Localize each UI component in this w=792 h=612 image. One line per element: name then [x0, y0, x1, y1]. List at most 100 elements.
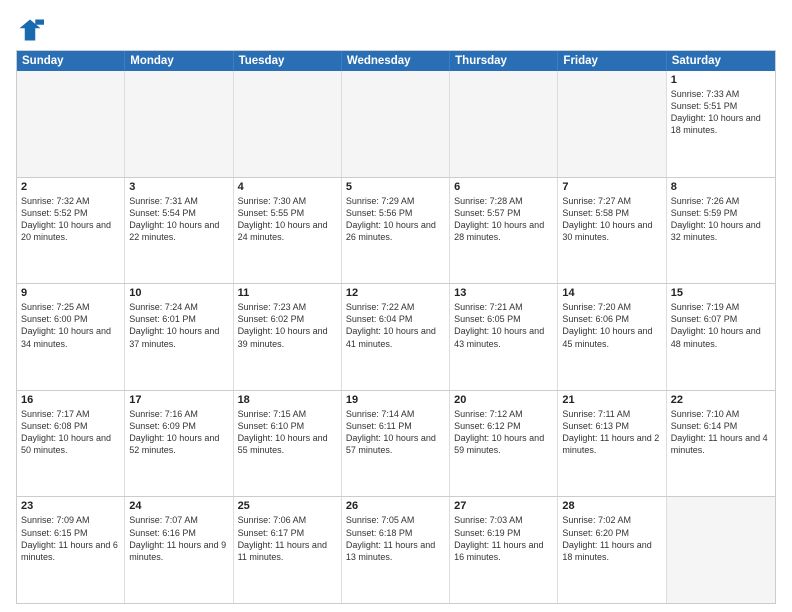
- day-info: Sunrise: 7:03 AMSunset: 6:19 PMDaylight:…: [454, 514, 553, 563]
- calendar-cell: 15 Sunrise: 7:19 AMSunset: 6:07 PMDayligh…: [667, 284, 775, 390]
- calendar-week: 23 Sunrise: 7:09 AMSunset: 6:15 PMDayligh…: [17, 497, 775, 603]
- calendar-cell: 5Sunrise: 7:29 AMSunset: 5:56 PMDaylight…: [342, 178, 450, 284]
- cal-header-day: Sunday: [17, 51, 125, 71]
- calendar-week: 16 Sunrise: 7:17 AMSunset: 6:08 PMDayligh…: [17, 391, 775, 498]
- day-info: Sunrise: 7:23 AMSunset: 6:02 PMDaylight:…: [238, 301, 337, 350]
- day-number: 2: [21, 181, 120, 193]
- calendar-cell: 25 Sunrise: 7:06 AMSunset: 6:17 PMDayligh…: [234, 497, 342, 603]
- calendar-cell: 18 Sunrise: 7:15 AMSunset: 6:10 PMDayligh…: [234, 391, 342, 497]
- cal-header-day: Friday: [558, 51, 666, 71]
- day-info: Sunrise: 7:15 AMSunset: 6:10 PMDaylight:…: [238, 408, 337, 457]
- day-info: Sunrise: 7:14 AMSunset: 6:11 PMDaylight:…: [346, 408, 445, 457]
- day-number: 3: [129, 181, 228, 193]
- calendar-cell: 19 Sunrise: 7:14 AMSunset: 6:11 PMDayligh…: [342, 391, 450, 497]
- day-info: Sunrise: 7:11 AMSunset: 6:13 PMDaylight:…: [562, 408, 661, 457]
- calendar-cell: 27 Sunrise: 7:03 AMSunset: 6:19 PMDayligh…: [450, 497, 558, 603]
- calendar-cell: 10 Sunrise: 7:24 AMSunset: 6:01 PMDayligh…: [125, 284, 233, 390]
- calendar-cell: [234, 71, 342, 177]
- day-info: Sunrise: 7:26 AMSunset: 5:59 PMDaylight:…: [671, 195, 771, 244]
- calendar-cell: 14 Sunrise: 7:20 AMSunset: 6:06 PMDayligh…: [558, 284, 666, 390]
- calendar-cell: 12 Sunrise: 7:22 AMSunset: 6:04 PMDayligh…: [342, 284, 450, 390]
- day-number: 7: [562, 181, 661, 193]
- day-info: Sunrise: 7:12 AMSunset: 6:12 PMDaylight:…: [454, 408, 553, 457]
- calendar-cell: 4 Sunrise: 7:30 AMSunset: 5:55 PMDaylight…: [234, 178, 342, 284]
- logo: [16, 16, 48, 44]
- page: SundayMondayTuesdayWednesdayThursdayFrid…: [0, 0, 792, 612]
- day-number: 14: [562, 287, 661, 299]
- day-number: 24: [129, 500, 228, 512]
- day-number: 10: [129, 287, 228, 299]
- day-number: 27: [454, 500, 553, 512]
- day-info: Sunrise: 7:24 AMSunset: 6:01 PMDaylight:…: [129, 301, 228, 350]
- calendar-cell: 9Sunrise: 7:25 AMSunset: 6:00 PMDaylight…: [17, 284, 125, 390]
- calendar-cell: 26 Sunrise: 7:05 AMSunset: 6:18 PMDayligh…: [342, 497, 450, 603]
- day-number: 8: [671, 181, 771, 193]
- day-info: Sunrise: 7:27 AMSunset: 5:58 PMDaylight:…: [562, 195, 661, 244]
- calendar-cell: 13 Sunrise: 7:21 AMSunset: 6:05 PMDayligh…: [450, 284, 558, 390]
- day-info: Sunrise: 7:02 AMSunset: 6:20 PMDaylight:…: [562, 514, 661, 563]
- calendar-cell: 7 Sunrise: 7:27 AMSunset: 5:58 PMDaylight…: [558, 178, 666, 284]
- day-number: 25: [238, 500, 337, 512]
- day-number: 20: [454, 394, 553, 406]
- calendar-cell: 8 Sunrise: 7:26 AMSunset: 5:59 PMDaylight…: [667, 178, 775, 284]
- calendar-cell: [125, 71, 233, 177]
- calendar-week: 9Sunrise: 7:25 AMSunset: 6:00 PMDaylight…: [17, 284, 775, 391]
- day-number: 4: [238, 181, 337, 193]
- day-number: 12: [346, 287, 445, 299]
- cal-header-day: Tuesday: [234, 51, 342, 71]
- calendar-body: 1Sunrise: 7:33 AMSunset: 5:51 PMDaylight…: [17, 71, 775, 603]
- day-info: Sunrise: 7:05 AMSunset: 6:18 PMDaylight:…: [346, 514, 445, 563]
- day-number: 19: [346, 394, 445, 406]
- calendar-cell: [342, 71, 450, 177]
- day-number: 13: [454, 287, 553, 299]
- calendar-cell: 20 Sunrise: 7:12 AMSunset: 6:12 PMDayligh…: [450, 391, 558, 497]
- day-info: Sunrise: 7:30 AMSunset: 5:55 PMDaylight:…: [238, 195, 337, 244]
- day-info: Sunrise: 7:06 AMSunset: 6:17 PMDaylight:…: [238, 514, 337, 563]
- day-info: Sunrise: 7:22 AMSunset: 6:04 PMDaylight:…: [346, 301, 445, 350]
- header: [16, 12, 776, 44]
- calendar-cell: [558, 71, 666, 177]
- day-info: Sunrise: 7:20 AMSunset: 6:06 PMDaylight:…: [562, 301, 661, 350]
- day-number: 26: [346, 500, 445, 512]
- day-number: 11: [238, 287, 337, 299]
- cal-header-day: Monday: [125, 51, 233, 71]
- calendar: SundayMondayTuesdayWednesdayThursdayFrid…: [16, 50, 776, 604]
- day-number: 6: [454, 181, 553, 193]
- day-number: 22: [671, 394, 771, 406]
- day-number: 9: [21, 287, 120, 299]
- day-info: Sunrise: 7:21 AMSunset: 6:05 PMDaylight:…: [454, 301, 553, 350]
- day-info: Sunrise: 7:19 AMSunset: 6:07 PMDaylight:…: [671, 301, 771, 350]
- day-number: 28: [562, 500, 661, 512]
- calendar-cell: 28 Sunrise: 7:02 AMSunset: 6:20 PMDayligh…: [558, 497, 666, 603]
- day-number: 5: [346, 181, 445, 193]
- day-info: Sunrise: 7:10 AMSunset: 6:14 PMDaylight:…: [671, 408, 771, 457]
- day-number: 15: [671, 287, 771, 299]
- day-info: Sunrise: 7:16 AMSunset: 6:09 PMDaylight:…: [129, 408, 228, 457]
- calendar-cell: [450, 71, 558, 177]
- day-info: Sunrise: 7:33 AMSunset: 5:51 PMDaylight:…: [671, 88, 771, 137]
- cal-header-day: Wednesday: [342, 51, 450, 71]
- day-info: Sunrise: 7:31 AMSunset: 5:54 PMDaylight:…: [129, 195, 228, 244]
- day-info: Sunrise: 7:09 AMSunset: 6:15 PMDaylight:…: [21, 514, 120, 563]
- calendar-cell: 24 Sunrise: 7:07 AMSunset: 6:16 PMDayligh…: [125, 497, 233, 603]
- calendar-cell: 21Sunrise: 7:11 AMSunset: 6:13 PMDayligh…: [558, 391, 666, 497]
- day-info: Sunrise: 7:17 AMSunset: 6:08 PMDaylight:…: [21, 408, 120, 457]
- calendar-cell: 23 Sunrise: 7:09 AMSunset: 6:15 PMDayligh…: [17, 497, 125, 603]
- calendar-cell: 3 Sunrise: 7:31 AMSunset: 5:54 PMDaylight…: [125, 178, 233, 284]
- calendar-header: SundayMondayTuesdayWednesdayThursdayFrid…: [17, 51, 775, 71]
- day-number: 16: [21, 394, 120, 406]
- day-info: Sunrise: 7:28 AMSunset: 5:57 PMDaylight:…: [454, 195, 553, 244]
- calendar-cell: [17, 71, 125, 177]
- cal-header-day: Thursday: [450, 51, 558, 71]
- day-number: 23: [21, 500, 120, 512]
- day-info: Sunrise: 7:07 AMSunset: 6:16 PMDaylight:…: [129, 514, 228, 563]
- calendar-cell: [667, 497, 775, 603]
- calendar-cell: 11 Sunrise: 7:23 AMSunset: 6:02 PMDayligh…: [234, 284, 342, 390]
- calendar-week: 2 Sunrise: 7:32 AMSunset: 5:52 PMDaylight…: [17, 178, 775, 285]
- day-number: 18: [238, 394, 337, 406]
- logo-icon: [16, 16, 44, 44]
- cal-header-day: Saturday: [667, 51, 775, 71]
- calendar-cell: 2 Sunrise: 7:32 AMSunset: 5:52 PMDaylight…: [17, 178, 125, 284]
- calendar-week: 1Sunrise: 7:33 AMSunset: 5:51 PMDaylight…: [17, 71, 775, 178]
- day-info: Sunrise: 7:32 AMSunset: 5:52 PMDaylight:…: [21, 195, 120, 244]
